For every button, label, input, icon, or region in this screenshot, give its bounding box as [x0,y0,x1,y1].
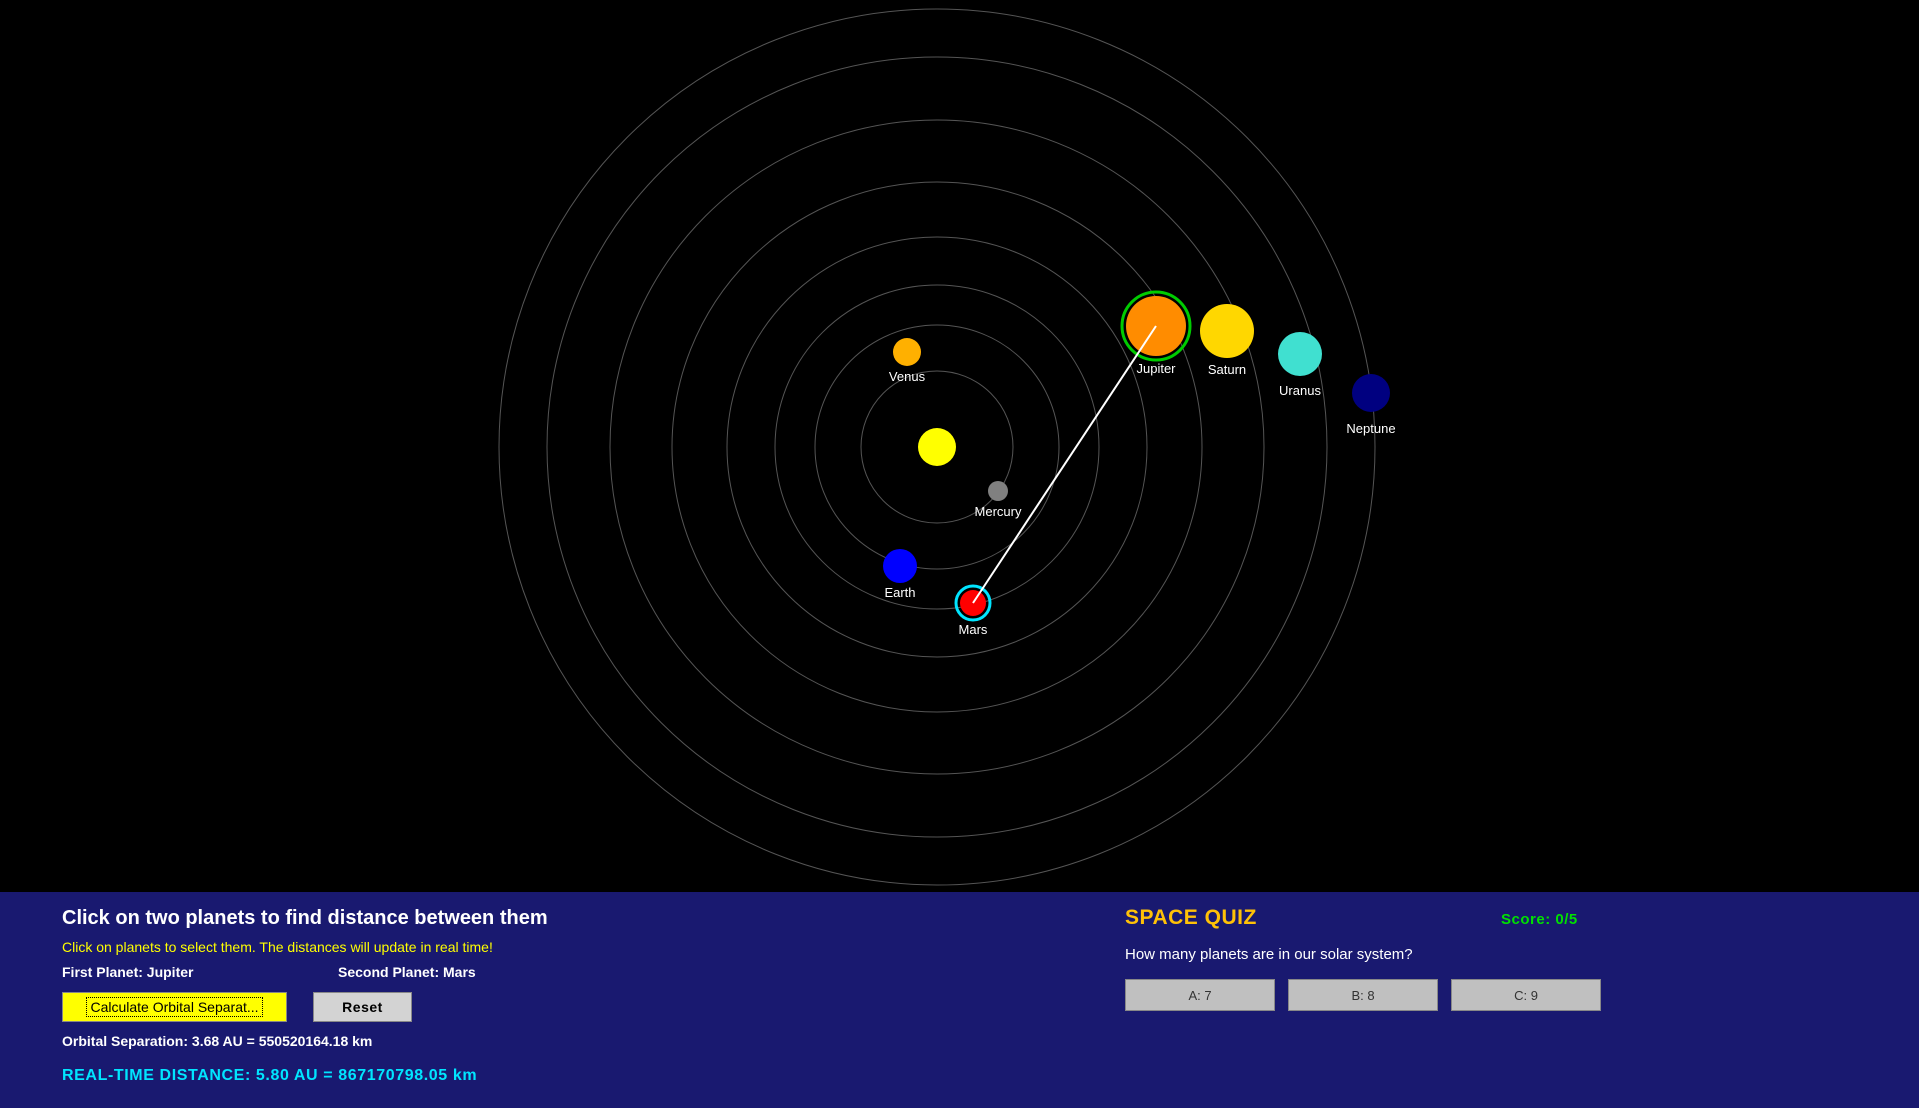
planet-neptune[interactable]: Neptune [1346,374,1396,436]
calculate-button-label: Calculate Orbital Separat... [86,997,263,1017]
quiz-option-b-button[interactable]: B: 8 [1288,979,1438,1011]
planet-earth[interactable]: Earth [883,549,917,600]
planet-saturn[interactable]: Saturn [1200,304,1254,377]
second-planet-label: Second Planet: Mars [338,964,476,980]
orbital-separation-result: Orbital Separation: 3.68 AU = 550520164.… [62,1033,373,1049]
instructions-title: Click on two planets to find distance be… [62,907,548,929]
realtime-distance-readout: REAL-TIME DISTANCE: 5.80 AU = 867170798.… [62,1067,478,1084]
planet-body[interactable] [1200,304,1254,358]
planet-label: Earth [884,585,915,600]
calculate-orbital-separation-button[interactable]: Calculate Orbital Separat... [62,992,287,1022]
planet-body[interactable] [1278,332,1322,376]
quiz-title: SPACE QUIZ [1125,906,1257,929]
planet-venus[interactable]: Venus [889,338,926,384]
reset-button[interactable]: Reset [313,992,412,1022]
planet-body[interactable] [893,338,921,366]
planet-mercury[interactable]: Mercury [975,481,1022,519]
planet-body[interactable] [883,549,917,583]
selection-distance-line [972,325,1157,604]
planet-label: Jupiter [1136,361,1176,376]
quiz-score: Score: 0/5 [1501,911,1578,928]
planet-label: Mars [959,622,988,637]
instructions-hint: Click on planets to select them. The dis… [62,939,493,955]
planet-body[interactable] [988,481,1008,501]
planet-label: Mercury [975,504,1022,519]
sun [918,428,956,466]
planet-label: Neptune [1346,421,1395,436]
planet-label: Venus [889,369,926,384]
quiz-option-c-button[interactable]: C: 9 [1451,979,1601,1011]
quiz-option-a-button[interactable]: A: 7 [1125,979,1275,1011]
planet-label: Uranus [1279,383,1321,398]
solar-system-canvas[interactable]: Mercury Venus Earth Mars Jupiter Saturn Uranus… [0,0,1919,892]
planet-body[interactable] [1352,374,1390,412]
quiz-question: How many planets are in our solar system… [1125,946,1413,963]
planet-label: Saturn [1208,362,1246,377]
first-planet-label: First Planet: Jupiter [62,964,194,980]
planet-mars[interactable]: Mars [954,584,992,637]
control-panel: Click on two planets to find distance be… [0,892,1919,1108]
planet-uranus[interactable]: Uranus [1278,332,1322,398]
